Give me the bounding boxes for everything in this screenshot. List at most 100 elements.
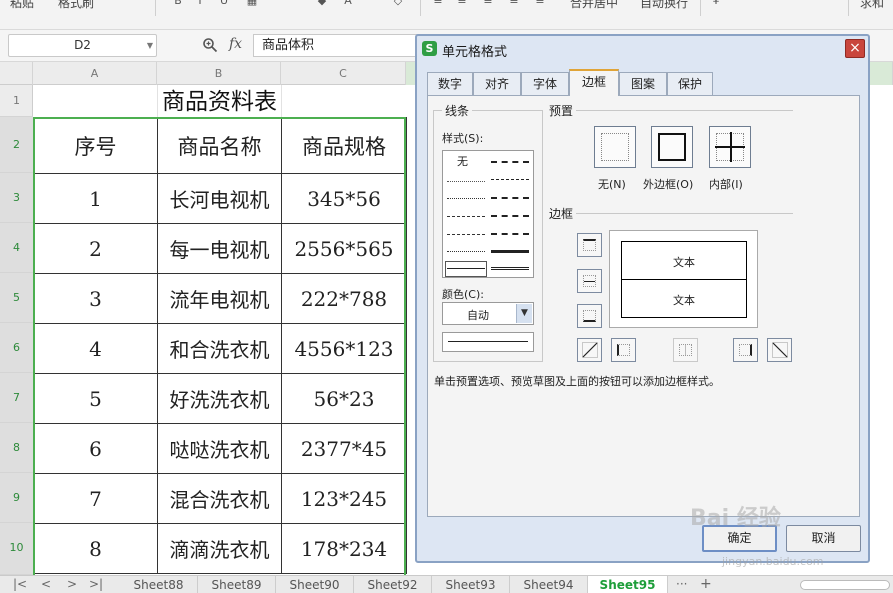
column-header-c[interactable]: C [281,62,406,85]
cell[interactable]: 4 [33,323,158,374]
header-cell[interactable]: 商品规格 [281,117,407,174]
cell[interactable]: 长河电视机 [157,173,282,224]
sheet-tab[interactable]: Sheet88 [120,576,198,593]
align-center-icon[interactable]: ≡ [534,0,546,7]
clear-icon[interactable]: ◇ [392,0,404,7]
cell[interactable]: 7 [33,473,158,524]
cell[interactable]: 2 [33,223,158,274]
line-style-option[interactable] [447,216,485,217]
cancel-button[interactable]: 取消 [786,525,861,552]
row-header[interactable]: 9 [0,473,33,523]
line-style-option[interactable] [491,161,529,163]
tab-font[interactable]: 字体 [521,72,569,96]
formula-input[interactable]: 商品体积 [253,34,423,57]
paste-button[interactable]: 粘贴 [10,0,34,11]
sheet-tab[interactable]: Sheet94 [510,576,588,593]
header-cell[interactable]: 商品名称 [157,117,282,174]
border-middle-h-button[interactable] [577,269,602,293]
cell[interactable]: 和合洗衣机 [157,323,282,374]
border-diagonal-up-button[interactable] [577,338,602,362]
cell[interactable]: 哒哒洗衣机 [157,423,282,474]
line-style-option[interactable] [491,250,529,253]
last-sheet-icon[interactable]: >| [86,576,106,593]
row-header[interactable]: 2 [0,117,33,173]
row-header[interactable]: 6 [0,323,33,373]
border-diagonal-down-button[interactable] [767,338,792,362]
sum-button[interactable]: 求和 [860,0,884,11]
cell[interactable]: 流年电视机 [157,273,282,324]
tab-alignment[interactable]: 对齐 [473,72,521,96]
sheet-tab-active[interactable]: Sheet95 [588,576,668,593]
currency-icon[interactable]: ¥ [710,0,722,7]
line-style-option[interactable] [491,215,529,217]
chevron-down-icon[interactable]: ▼ [147,35,153,56]
tab-protection[interactable]: 保护 [667,72,713,96]
border-icon[interactable]: ▦ [246,0,258,7]
next-sheet-icon[interactable]: > [62,576,82,593]
cell[interactable]: 3 [33,273,158,324]
border-top-button[interactable] [577,233,602,257]
select-all-corner[interactable] [0,62,33,85]
line-style-option[interactable] [447,198,485,199]
cell[interactable]: 56*23 [281,373,407,424]
border-right-button[interactable] [733,338,758,362]
merge-center-button[interactable]: 合并居中 [570,0,618,11]
cell[interactable]: 2377*45 [281,423,407,474]
tab-pattern[interactable]: 图案 [619,72,667,96]
row-header[interactable]: 5 [0,273,33,323]
tab-border[interactable]: 边框 [569,69,619,96]
line-style-option[interactable] [491,233,529,235]
row-header[interactable]: 3 [0,173,33,223]
line-style-selected[interactable] [445,261,487,277]
line-style-option[interactable] [447,251,485,252]
line-style-list[interactable]: 无 [442,150,534,278]
close-icon[interactable]: × [845,39,865,58]
chevron-down-icon[interactable]: ▼ [516,304,532,323]
tab-number[interactable]: 数字 [427,72,473,96]
border-bottom-button[interactable] [577,304,602,328]
cell[interactable]: 好洗洗衣机 [157,373,282,424]
align-left-icon[interactable]: ≡ [508,0,520,7]
function-icon[interactable]: fx [229,36,242,52]
align-middle-icon[interactable]: ≡ [456,0,468,7]
row-header[interactable]: 7 [0,373,33,423]
search-icon[interactable] [202,37,219,54]
row-header[interactable]: 10 [0,523,33,575]
auto-wrap-button[interactable]: 自动换行 [640,0,688,11]
name-box[interactable]: D2 ▼ [8,34,157,57]
line-style-option[interactable] [447,181,485,182]
bold-icon[interactable]: B [172,0,184,7]
cell[interactable]: 每一电视机 [157,223,282,274]
cell[interactable]: 2556*565 [281,223,407,274]
dialog-titlebar[interactable]: S 单元格格式 × [417,36,868,62]
line-style-option[interactable] [491,267,529,270]
sheet-title-cell[interactable]: 商品资料表 [33,85,406,117]
cell[interactable]: 1 [33,173,158,224]
add-sheet-icon[interactable]: + [700,576,712,592]
cell[interactable]: 8 [33,523,158,574]
cell[interactable]: 178*234 [281,523,407,574]
column-header-a[interactable]: A [33,62,157,85]
preset-outline-button[interactable] [651,126,693,168]
cell[interactable]: 6 [33,423,158,474]
line-style-none[interactable]: 无 [457,153,468,169]
underline-icon[interactable]: U [218,0,230,7]
border-middle-v-button[interactable] [673,338,698,362]
line-style-option[interactable] [447,234,485,235]
line-style-option[interactable] [491,197,529,199]
format-painter-button[interactable]: 格式刷 [58,0,94,11]
cell[interactable]: 5 [33,373,158,424]
color-select[interactable]: 自动 ▼ [442,302,534,325]
prev-sheet-icon[interactable]: < [36,576,56,593]
column-header-b[interactable]: B [157,62,281,85]
fill-color-icon[interactable]: ◆ [316,0,328,7]
cell[interactable]: 123*245 [281,473,407,524]
row-header[interactable]: 8 [0,423,33,473]
preset-inside-button[interactable] [709,126,751,168]
border-preview[interactable]: 文本 文本 [609,230,758,328]
sheet-tab[interactable]: Sheet92 [354,576,432,593]
sheet-tab[interactable]: Sheet89 [198,576,276,593]
border-left-button[interactable] [611,338,636,362]
row-header[interactable]: 1 [0,85,33,117]
preset-none-button[interactable] [594,126,636,168]
